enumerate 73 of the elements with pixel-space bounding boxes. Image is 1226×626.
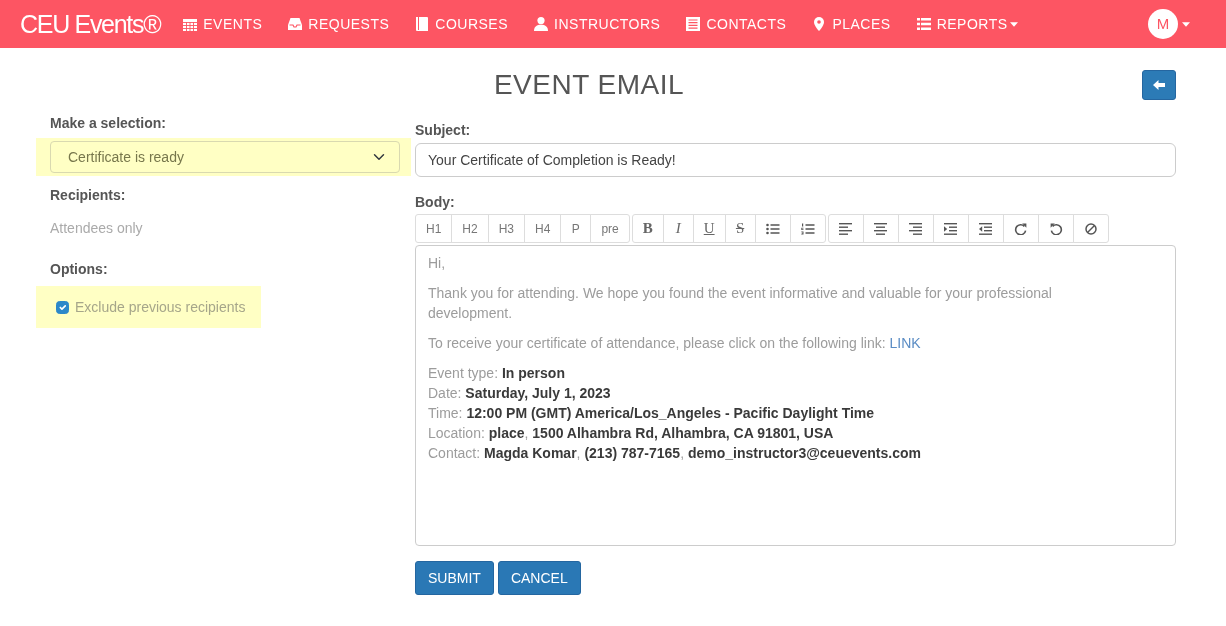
event-detail-line: Time: 12:00 PM (GMT) America/Los_Angeles - Pacific Daylight Time bbox=[428, 404, 876, 423]
outdent-button[interactable] bbox=[967, 214, 1004, 243]
format-button[interactable]: H2 bbox=[451, 214, 489, 243]
recipients-value: Attendees only bbox=[50, 219, 144, 237]
user-avatar[interactable]: M bbox=[1148, 9, 1178, 39]
body-editor-field[interactable] bbox=[415, 245, 1176, 546]
align-left-icon bbox=[838, 222, 853, 235]
email-paragraph: To receive your certificate of attendance, please click on the following link: LINK bbox=[428, 334, 922, 353]
book-icon bbox=[415, 17, 430, 31]
brand-logo[interactable]: CEU Events® bbox=[20, 11, 161, 37]
field-label: Subject: bbox=[415, 121, 472, 139]
italic-button[interactable]: I bbox=[662, 214, 694, 243]
redo-button[interactable] bbox=[1002, 214, 1039, 243]
format-button[interactable]: H4 bbox=[524, 214, 562, 243]
arrow-left-icon bbox=[1153, 80, 1165, 90]
outdent-icon bbox=[978, 222, 993, 235]
address-book-icon bbox=[686, 17, 701, 31]
bullet-list-button[interactable] bbox=[754, 214, 791, 243]
nav-link[interactable]: PLACES bbox=[799, 14, 904, 34]
strike-button[interactable]: S bbox=[724, 214, 756, 243]
clear-format-button[interactable] bbox=[1072, 214, 1109, 243]
caret-icon bbox=[1009, 21, 1018, 27]
underline-button[interactable]: U bbox=[692, 214, 726, 243]
event-detail-line: Contact: Magda Komar, (213) 787-7165, demo_instructor3@ceuevents.com bbox=[428, 444, 922, 463]
numbered-list-button[interactable] bbox=[789, 214, 826, 243]
event-detail-line: Event type: In person bbox=[428, 364, 566, 383]
user-icon bbox=[534, 17, 549, 31]
format-button[interactable]: P bbox=[560, 214, 592, 243]
email-paragraph: Thank you for attending. We hope you found the event informative and valuable for your professional development. bbox=[428, 284, 1053, 323]
map-pin-icon bbox=[812, 17, 827, 31]
nav-link[interactable]: REQUESTS bbox=[275, 14, 403, 34]
certificate-link[interactable]: LINK bbox=[889, 335, 921, 351]
field-label: Recipients: bbox=[50, 186, 127, 204]
cancel-button[interactable]: CANCEL bbox=[497, 561, 581, 595]
field-label: Options: bbox=[50, 260, 109, 278]
clear-format-icon bbox=[1083, 222, 1098, 235]
indent-button[interactable] bbox=[932, 214, 969, 243]
email-paragraph: Hi, bbox=[428, 254, 447, 273]
align-right-icon bbox=[908, 222, 923, 235]
field-label: Body: bbox=[415, 193, 456, 211]
indent-icon bbox=[943, 222, 958, 235]
event-detail-line: Location: place, 1500 Alhambra Rd, Alhambra, CA 91801, USA bbox=[428, 424, 835, 443]
align-center-icon bbox=[873, 222, 888, 235]
bold-button[interactable]: B bbox=[631, 214, 664, 243]
redo-icon bbox=[1013, 222, 1028, 235]
nav-link[interactable]: INSTRUCTORS bbox=[521, 14, 674, 34]
align-right-button[interactable] bbox=[897, 214, 934, 243]
format-button[interactable]: H1 bbox=[415, 214, 453, 243]
exclude-checkbox[interactable] bbox=[56, 300, 69, 314]
nav-link[interactable]: COURSES bbox=[402, 14, 522, 34]
numbered-list-icon bbox=[800, 222, 815, 235]
field-label: Make a selection: bbox=[50, 114, 167, 132]
nav-link[interactable]: EVENTS bbox=[170, 14, 276, 34]
align-center-button[interactable] bbox=[862, 214, 899, 243]
format-button[interactable]: H3 bbox=[487, 214, 526, 243]
list-icon bbox=[916, 17, 931, 31]
nav-link[interactable]: REPORTS bbox=[903, 14, 1031, 34]
align-left-button[interactable] bbox=[827, 214, 864, 243]
calendar-icon bbox=[183, 17, 198, 31]
page-title: EVENT EMAIL bbox=[492, 69, 686, 101]
back-button[interactable] bbox=[1142, 70, 1176, 100]
bullet-list-icon bbox=[765, 222, 780, 235]
inbox-tray-icon bbox=[288, 17, 303, 31]
subject-field[interactable]: Your Certificate of Completion is Ready! bbox=[415, 143, 1176, 177]
nav-link[interactable]: CONTACTS bbox=[673, 14, 800, 34]
format-button[interactable]: pre bbox=[590, 214, 630, 243]
undo-button[interactable] bbox=[1037, 214, 1074, 243]
event-detail-line: Date: Saturday, July 1, 2023 bbox=[428, 384, 612, 403]
undo-icon bbox=[1048, 222, 1063, 235]
submit-button[interactable]: SUBMIT bbox=[415, 561, 494, 595]
checkbox-label: Exclude previous recipients bbox=[75, 297, 246, 317]
selection-dropdown[interactable]: Certificate is ready bbox=[50, 141, 400, 173]
caret-icon bbox=[1182, 21, 1190, 27]
